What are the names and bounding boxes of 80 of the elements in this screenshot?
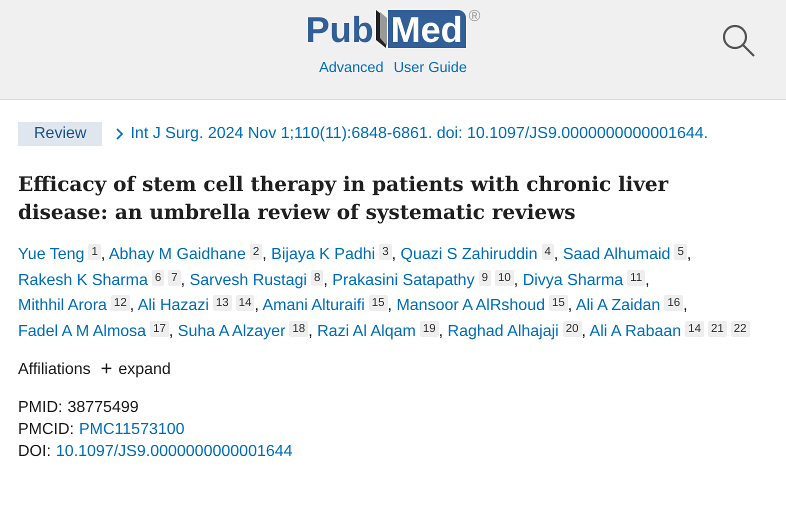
affiliation-number[interactable]: 8 [310,270,324,286]
affiliation-number[interactable]: 6 [152,270,164,286]
separator: , [686,246,692,263]
separator: , [168,322,174,340]
author-link[interactable]: Amani Alturaifi [262,297,365,314]
logo-text: Med [388,10,466,48]
chevron-icon [116,128,124,140]
affiliation-number[interactable]: 9 [478,270,491,286]
affiliation-number[interactable]: 13 [212,295,232,311]
separator: , [180,272,186,288]
identifier-label: DOI: [18,443,51,461]
affiliation-number[interactable]: 14 [685,320,704,336]
author-link[interactable]: Razi Al Alqam [317,322,416,340]
book-icon [374,8,388,48]
author-link[interactable]: Suha A Alzayer [178,322,286,340]
identifier-label: PMID: [18,399,62,417]
author-link[interactable]: Bijaya K Padhi [271,246,376,263]
separator: , [130,297,134,314]
affiliation-number[interactable]: 22 [730,320,750,336]
identifier-value: 38775499 [67,399,139,417]
author-link[interactable]: Abhay M Gaidhane [108,246,246,263]
separator: , [438,322,444,340]
identifier-link[interactable]: 10.1097/JS9.0000000000001644 [56,443,293,461]
affiliation-number[interactable]: 10 [494,270,514,286]
author-link[interactable]: Raghad Alhajaji [448,322,559,340]
identifier-label: PMCID: [18,421,74,439]
registered-mark: ® [468,8,480,26]
author-link[interactable]: Quazi S Zahiruddin [400,246,538,263]
separator: , [568,297,572,314]
affiliation-number[interactable]: 14 [236,295,254,311]
affiliation-number[interactable]: 1 [88,244,101,260]
affiliation-number[interactable]: 15 [549,295,568,311]
author-link[interactable]: Ali A Rabaan [590,322,682,340]
separator: , [683,297,688,314]
author-link[interactable]: Mansoor A AlRshoud [396,297,545,314]
author-link[interactable]: Fadel A M Almosa [18,322,146,340]
author-link[interactable]: Ali A Zaidan [576,297,660,314]
author-link[interactable]: Saad Alhumaid [562,246,670,263]
separator: , [388,297,392,314]
logo-text: Pub [306,12,374,48]
affiliation-number[interactable]: 7 [168,270,181,286]
affiliation-number[interactable]: 4 [542,244,554,260]
affiliation-number[interactable]: 15 [368,295,388,311]
header-link[interactable]: User Guide [394,60,467,76]
author-link[interactable]: Yue Teng [18,246,84,263]
affiliation-number[interactable]: 21 [708,320,727,336]
affiliation-number[interactable]: 18 [289,320,308,336]
expand-button[interactable]: + expand [100,358,171,381]
affiliation-number[interactable]: 19 [420,320,439,336]
affiliation-number[interactable]: 2 [250,244,262,260]
affiliation-number[interactable]: 20 [562,320,582,336]
affiliation-number[interactable]: 5 [674,244,687,260]
separator: , [323,272,328,288]
article-title: Efficacy of stem cell therapy in patients with chronic liver disease: an umbrella review of systematic reviews [18,171,670,226]
separator: , [514,272,518,288]
search-icon[interactable] [722,24,756,58]
separator: , [100,246,106,263]
affiliation-number[interactable]: 16 [664,295,684,311]
separator: , [262,246,267,263]
separator: , [582,322,586,340]
separator: , [254,297,259,314]
citation-link[interactable]: Int J Surg. 2024 Nov 1;110(11):6848-6861. doi: 10.1097/JS9.0000000000001644. [130,125,708,143]
author-link[interactable]: Rakesh K Sharma [18,272,148,288]
separator: , [308,322,313,340]
affiliation-number[interactable]: 12 [110,295,130,311]
affiliations-label: Affiliations [18,360,91,378]
header-link[interactable]: Advanced [319,60,384,76]
affiliation-number[interactable]: 3 [379,244,392,260]
separator: , [645,272,650,288]
publication-type-badge: Review [18,122,102,146]
identifier-link[interactable]: PMC11573100 [79,421,185,439]
author-link[interactable]: Sarvesh Rustagi [190,272,307,288]
affiliation-number[interactable]: 17 [150,320,169,336]
separator: , [554,246,558,263]
author-link[interactable]: Mithhil Arora [18,297,107,314]
author-link[interactable]: Ali Hazazi [138,297,209,314]
separator: , [392,246,396,263]
affiliation-number[interactable]: 11 [627,270,646,286]
author-link[interactable]: Prakasini Satapathy [332,272,475,288]
author-link[interactable]: Divya Sharma [522,272,624,288]
